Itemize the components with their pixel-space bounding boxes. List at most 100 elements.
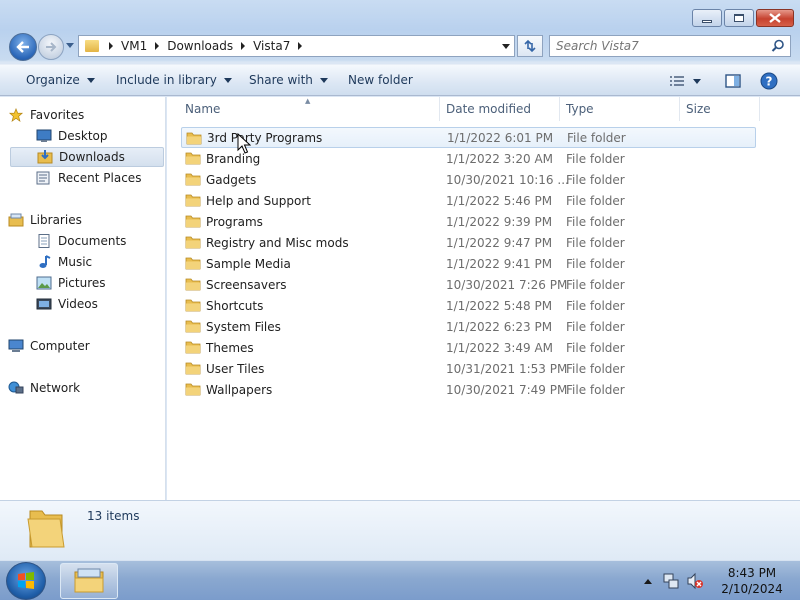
file-name: 3rd Party Programs [207, 130, 323, 145]
table-row[interactable]: Help and Support 1/1/2022 5:46 PM File fol… [181, 190, 756, 211]
maximize-icon [734, 14, 744, 22]
search-input[interactable] [550, 36, 760, 56]
organize-button[interactable]: Organize [26, 73, 95, 87]
refresh-icon [524, 39, 536, 53]
column-header-size[interactable]: Size [680, 97, 760, 121]
column-header-type[interactable]: Type [560, 97, 680, 121]
sidebar-item-music[interactable]: Music [36, 252, 92, 272]
file-type: File folder [566, 193, 625, 208]
file-type: File folder [566, 361, 625, 376]
search-box[interactable] [549, 35, 791, 57]
sidebar-header-libraries[interactable]: Libraries [8, 210, 82, 230]
item-count: 13 items [87, 509, 140, 523]
command-bar: Organize Include in library Share with N… [0, 64, 800, 96]
column-header-date-modified[interactable]: Date modified [440, 97, 560, 121]
back-arrow-icon [16, 41, 29, 53]
forward-button[interactable] [38, 34, 64, 60]
table-row[interactable]: Shortcuts 1/1/2022 5:48 PM File folder [181, 295, 756, 316]
preview-pane-button[interactable] [722, 70, 744, 92]
help-icon: ? [760, 72, 778, 90]
clock-date: 2/10/2024 [721, 582, 783, 596]
clock[interactable]: 8:43 PM 2/10/2024 [712, 565, 792, 597]
folder-icon [186, 132, 202, 145]
breadcrumb-separator[interactable] [241, 42, 246, 50]
breadcrumb-separator[interactable] [298, 42, 303, 50]
breadcrumb-separator[interactable] [155, 42, 160, 50]
minimize-button[interactable] [692, 9, 722, 27]
table-row[interactable]: Themes 1/1/2022 3:49 AM File folder [181, 337, 756, 358]
sidebar-item-downloads[interactable]: Downloads [10, 147, 164, 167]
change-view-button[interactable] [664, 70, 706, 92]
file-name: Screensavers [206, 277, 287, 292]
pictures-icon [36, 276, 52, 290]
table-row[interactable]: System Files 1/1/2022 6:23 PM File folder [181, 316, 756, 337]
table-row[interactable]: Branding 1/1/2022 3:20 AM File folder [181, 148, 756, 169]
sidebar-item-label: Recent Places [58, 171, 142, 185]
new-folder-button[interactable]: New folder [348, 73, 413, 87]
computer-icon [8, 339, 24, 352]
minimize-icon [702, 19, 712, 23]
table-row[interactable]: Gadgets 10/30/2021 10:16 ... File folder [181, 169, 756, 190]
computer-label: Computer [30, 339, 90, 353]
taskbar-explorer-button[interactable] [60, 563, 118, 599]
file-type: File folder [566, 151, 625, 166]
help-button[interactable]: ? [758, 70, 780, 92]
folder-icon [27, 510, 65, 548]
file-date-modified: 1/1/2022 9:39 PM [446, 214, 553, 229]
show-hidden-icons-button[interactable] [644, 578, 652, 584]
file-name: Sample Media [206, 256, 291, 271]
breadcrumb-item-downloads[interactable]: Downloads [167, 39, 233, 53]
sidebar-item-recent-places[interactable]: Recent Places [36, 168, 141, 188]
start-button[interactable] [6, 562, 46, 600]
sidebar-item-documents[interactable]: Documents [36, 231, 126, 251]
file-name: System Files [206, 319, 281, 334]
sidebar-item-videos[interactable]: Videos [36, 294, 98, 314]
table-row[interactable]: 3rd Party Programs 1/1/2022 6:01 PM File f… [181, 127, 756, 148]
address-bar[interactable]: VM1 Downloads Vista7 [78, 35, 515, 57]
include-in-library-label: Include in library [116, 73, 217, 87]
close-button[interactable] [756, 9, 794, 27]
folder-icon [185, 194, 201, 207]
address-history-dropdown[interactable] [502, 44, 510, 49]
sidebar-item-pictures[interactable]: Pictures [36, 273, 106, 293]
sidebar-header-favorites[interactable]: Favorites [8, 105, 84, 125]
organize-label: Organize [26, 73, 80, 87]
column-header-label: Type [566, 102, 594, 116]
column-header-name[interactable]: Name [179, 97, 440, 121]
back-button[interactable] [9, 33, 37, 61]
include-in-library-button[interactable]: Include in library [116, 73, 232, 87]
share-with-button[interactable]: Share with [249, 73, 328, 87]
recent-pages-dropdown[interactable] [66, 43, 74, 48]
chevron-down-icon [223, 77, 232, 83]
file-name: Wallpapers [206, 382, 273, 397]
folder-icon [185, 320, 201, 333]
network-status-icon[interactable] [662, 572, 680, 590]
table-row[interactable]: Registry and Misc mods 1/1/2022 9:47 PM Fi… [181, 232, 756, 253]
music-icon [39, 255, 51, 268]
file-date-modified: 10/31/2021 1:53 PM [446, 361, 568, 376]
folder-icon [185, 383, 201, 396]
downloads-icon [37, 150, 53, 164]
maximize-button[interactable] [724, 9, 754, 27]
system-tray [644, 567, 704, 595]
sidebar-item-computer[interactable]: Computer [8, 336, 90, 356]
table-row[interactable]: User Tiles 10/31/2021 1:53 PM File folder [181, 358, 756, 379]
breadcrumb-item-vm1[interactable]: VM1 [121, 39, 147, 53]
desktop-icon [36, 129, 52, 142]
table-row[interactable]: Screensavers 10/30/2021 7:26 PM File folde… [181, 274, 756, 295]
table-row[interactable]: Programs 1/1/2022 9:39 PM File folder [181, 211, 756, 232]
volume-muted-icon[interactable] [686, 572, 704, 590]
breadcrumb-separator[interactable] [109, 42, 113, 50]
sidebar-item-network[interactable]: Network [8, 378, 80, 398]
refresh-button[interactable] [517, 35, 543, 57]
file-name: Shortcuts [206, 298, 264, 313]
documents-icon [38, 234, 50, 248]
file-type: File folder [566, 172, 625, 187]
file-name: Help and Support [206, 193, 311, 208]
table-row[interactable]: Wallpapers 10/30/2021 7:49 PM File folder [181, 379, 756, 400]
network-label: Network [30, 381, 81, 395]
breadcrumb-item-vista7[interactable]: Vista7 [253, 39, 290, 53]
table-row[interactable]: Sample Media 1/1/2022 9:41 PM File folder [181, 253, 756, 274]
title-bar [0, 0, 800, 32]
sidebar-item-desktop[interactable]: Desktop [36, 126, 108, 146]
